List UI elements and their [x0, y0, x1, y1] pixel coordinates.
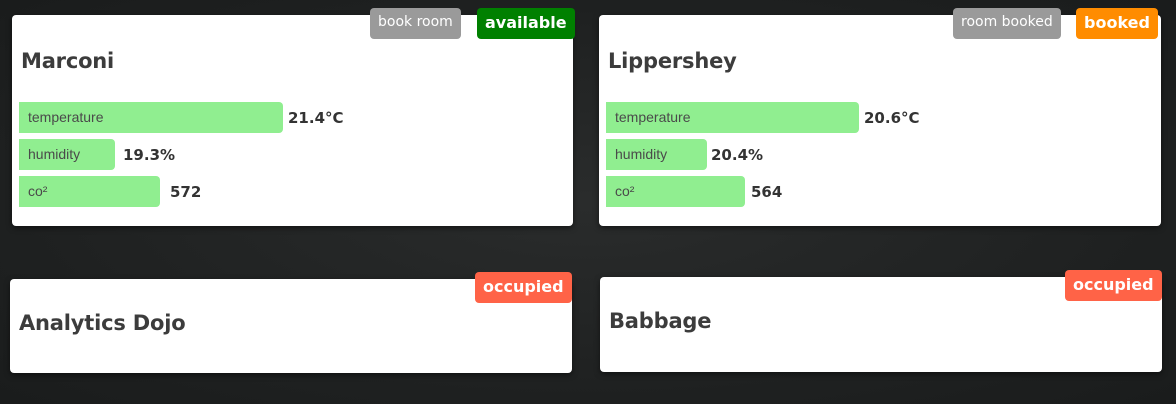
room-name: Marconi — [21, 49, 115, 73]
metric-temperature: temperature 21.4°C — [19, 102, 579, 133]
metric-value: 20.4% — [711, 146, 764, 164]
status-badge-available: available — [477, 8, 575, 39]
metric-value: 20.6°C — [864, 109, 920, 127]
room-name: Lippershey — [608, 49, 737, 73]
metric-value: 21.4°C — [288, 109, 344, 127]
metric-value: 572 — [170, 183, 202, 201]
room-name: Analytics Dojo — [19, 311, 186, 335]
metric-label: temperature — [615, 109, 691, 125]
metric-label: co² — [28, 183, 48, 199]
status-badge-occupied: occupied — [1065, 270, 1162, 301]
metric-label: humidity — [28, 146, 81, 162]
room-card-lippershey: room booked booked Lippershey temperatur… — [599, 8, 1161, 226]
metric-co2: co² 572 — [19, 176, 579, 207]
room-booked-button[interactable]: room booked — [953, 8, 1061, 39]
status-badge-booked: booked — [1076, 8, 1158, 39]
metric-label: temperature — [28, 109, 104, 125]
room-card-marconi: book room available Marconi temperature … — [12, 8, 575, 226]
room-dashboard: book room available Marconi temperature … — [0, 0, 1176, 404]
room-card-analytics-dojo: occupied Analytics Dojo — [10, 272, 572, 373]
metric-humidity: humidity 19.3% — [19, 139, 579, 170]
metric-label: humidity — [615, 146, 668, 162]
metric-label: co² — [615, 183, 635, 199]
room-card-babbage: occupied Babbage — [600, 270, 1162, 372]
metric-humidity: humidity 20.4% — [606, 139, 1166, 170]
metric-value: 564 — [751, 183, 783, 201]
book-room-button[interactable]: book room — [370, 8, 461, 39]
status-badge-occupied: occupied — [475, 272, 572, 303]
metric-temperature: temperature 20.6°C — [606, 102, 1166, 133]
room-name: Babbage — [609, 309, 712, 333]
metric-value: 19.3% — [123, 146, 176, 164]
metric-co2: co² 564 — [606, 176, 1166, 207]
